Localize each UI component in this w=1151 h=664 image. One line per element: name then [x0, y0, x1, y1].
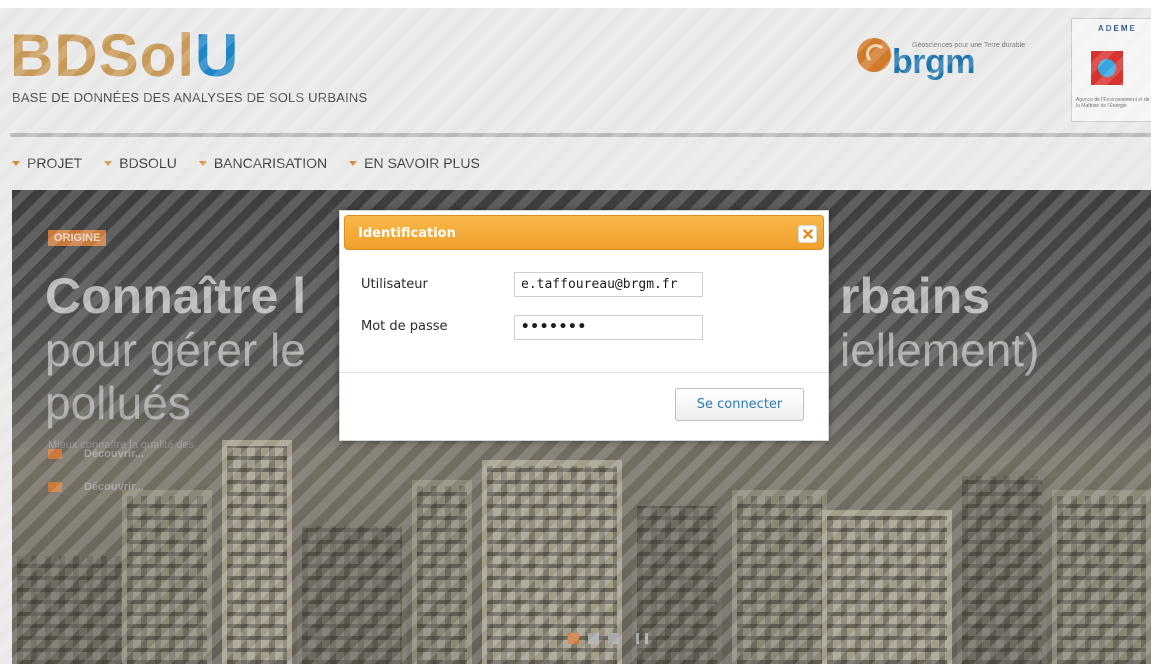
ademe-emblem-icon [1091, 51, 1123, 85]
site-header: BDSolU BASE DE DONNÉES DES ANALYSES DE S… [0, 8, 1151, 133]
carousel-dot-3[interactable] [608, 633, 619, 644]
site-subtitle: BASE DE DONNÉES DES ANALYSES DE SOLS URB… [12, 90, 368, 105]
hero-discover-link-secondary[interactable]: Découvrir... [48, 481, 144, 493]
hero-subtitle-continued: iellement) [840, 324, 1040, 376]
nav-item-label: EN SAVOIR PLUS [364, 155, 480, 171]
header-divider [10, 133, 1151, 137]
city-building [412, 480, 472, 664]
logo-text-part1: BDSol [10, 22, 195, 89]
city-building [12, 550, 132, 664]
brgm-logo-icon [857, 38, 891, 72]
city-building [122, 490, 212, 664]
hero-link-label: Découvrir... [84, 448, 144, 460]
hero-discover-link[interactable]: Découvrir... [48, 448, 144, 460]
dialog-divider [340, 372, 828, 373]
caret-down-icon [349, 160, 358, 166]
carousel-dot-1[interactable] [568, 633, 579, 644]
carousel-dot-2[interactable] [588, 633, 599, 644]
hero-subtitle-line3: pollués [45, 377, 191, 429]
login-button[interactable]: Se connecter [675, 388, 804, 421]
dialog-header: Identification [344, 215, 824, 250]
city-building [1052, 490, 1151, 664]
hero-title-continued: rbains [840, 268, 991, 324]
nav-item-en-savoir-plus[interactable]: EN SAVOIR PLUS [349, 155, 480, 171]
password-input[interactable]: ••••••• [514, 315, 703, 340]
login-dialog: Identification Utilisateur e.taffoureau@… [339, 210, 829, 441]
hero-subtitle: pour gérer le [45, 324, 306, 376]
dialog-title: Identification [358, 226, 456, 241]
ademe-logo[interactable]: ADEME Agence de l'Environnement et de la… [1071, 18, 1151, 122]
nav-item-bancarisation[interactable]: BANCARISATION [198, 155, 328, 171]
bdsolu-logo[interactable]: BDSolU [10, 26, 239, 86]
nav-item-bdsolu[interactable]: BDSOLU [104, 155, 177, 171]
nav-item-projet[interactable]: PROJET [12, 155, 82, 171]
arrow-icon [48, 482, 62, 492]
caret-down-icon [198, 160, 207, 166]
password-label: Mot de passe [361, 319, 448, 334]
close-button[interactable] [798, 225, 817, 243]
city-building [822, 510, 952, 664]
ademe-caption: Agence de l'Environnement et de la Maîtr… [1076, 97, 1150, 109]
globe-icon [1098, 59, 1116, 77]
main-nav: PROJET BDSOLU BANCARISATION EN SAVOIR PL… [0, 149, 488, 177]
nav-item-label: PROJET [27, 155, 83, 171]
hero-category-badge: ORIGINE [48, 230, 107, 246]
nav-item-label: BDSOLU [119, 155, 177, 171]
brgm-logo-text[interactable]: brgm [892, 42, 976, 82]
city-building [957, 470, 1047, 664]
username-input[interactable]: e.taffoureau@brgm.fr [514, 272, 703, 297]
logo-text-part2: U [195, 22, 240, 89]
nav-item-label: BANCARISATION [213, 155, 328, 171]
caret-down-icon [12, 160, 20, 166]
city-building [732, 490, 827, 664]
hero-link-label: Découvrir... [84, 481, 144, 493]
carousel-controls [568, 633, 648, 644]
city-building [297, 520, 407, 664]
hero-title: Connaître l [45, 268, 307, 324]
arrow-icon [48, 449, 62, 459]
username-label: Utilisateur [361, 277, 428, 292]
city-building [222, 440, 292, 664]
pause-icon[interactable] [636, 633, 648, 644]
ademe-title: ADEME [1098, 24, 1137, 33]
close-icon [802, 229, 813, 239]
caret-down-icon [104, 160, 113, 166]
